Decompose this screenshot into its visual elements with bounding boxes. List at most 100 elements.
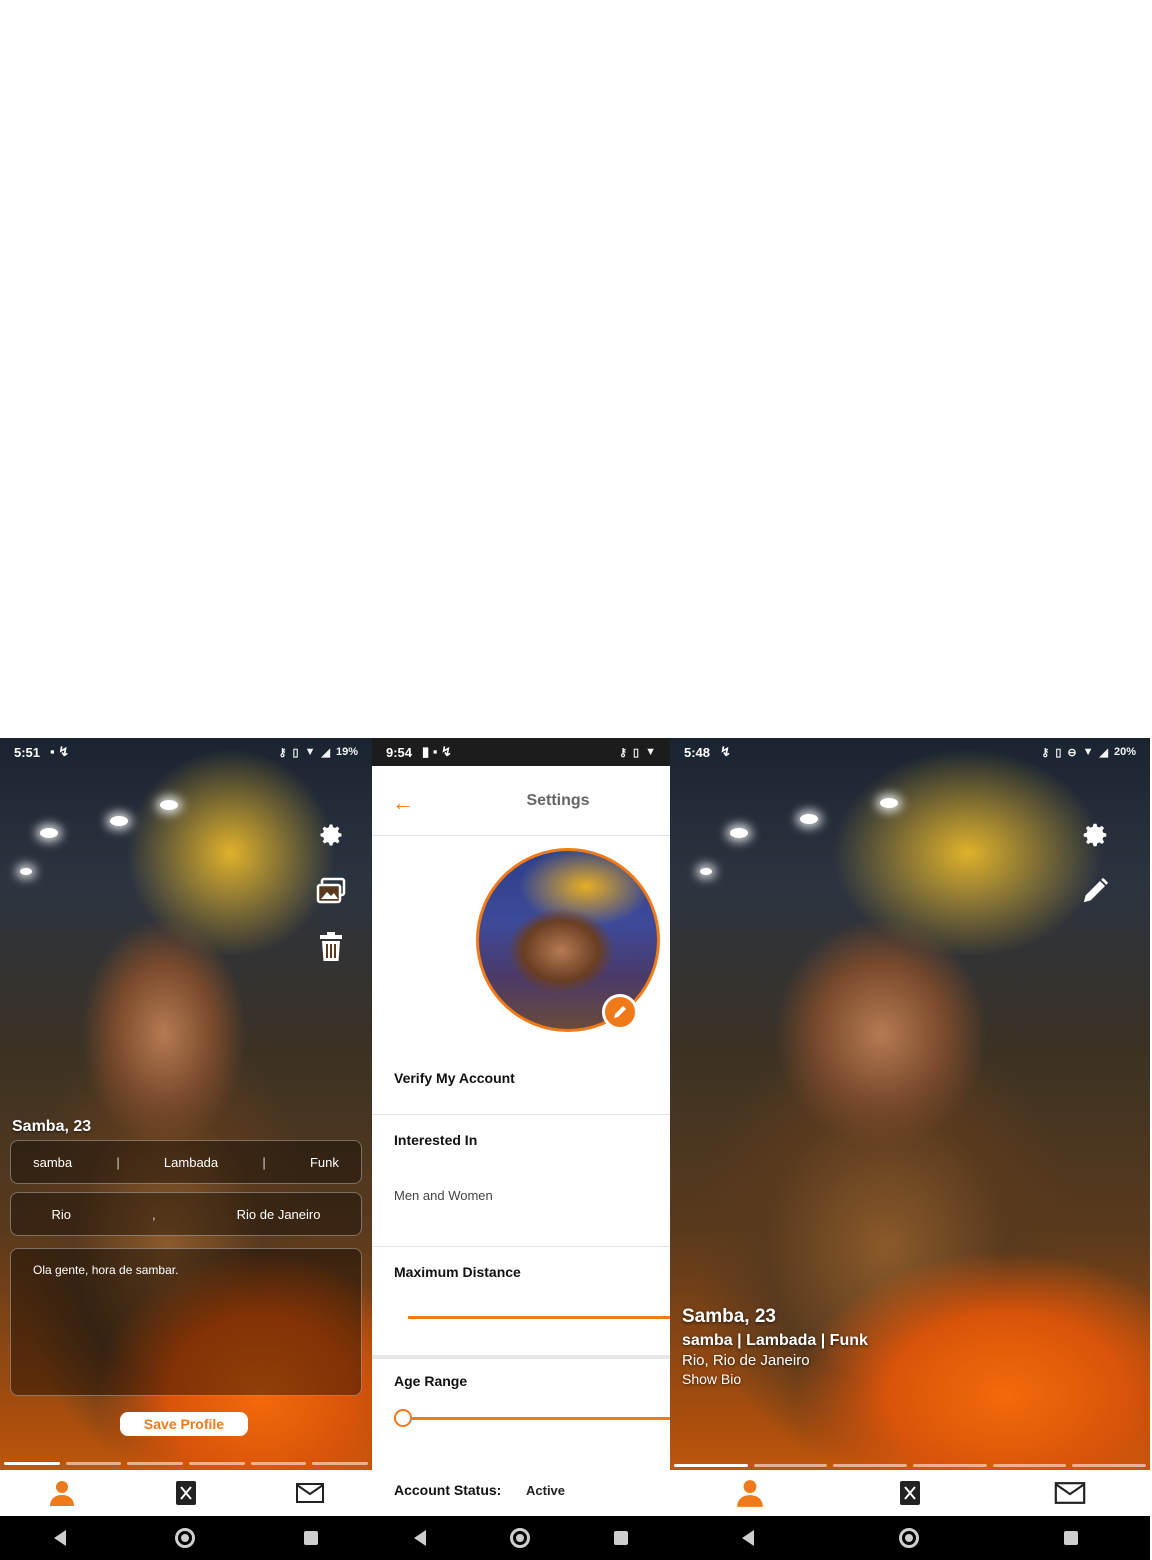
recents-icon[interactable] <box>614 1531 628 1545</box>
bio-text: Ola gente, hora de sambar. <box>33 1263 179 1277</box>
status-time: 5:48 <box>684 744 711 760</box>
story-bar <box>992 1464 1067 1467</box>
bio-textarea[interactable]: Ola gente, hora de sambar. <box>10 1248 362 1396</box>
profile-name-age: Samba, 23 <box>12 1118 92 1135</box>
gear-icon[interactable] <box>316 820 346 850</box>
show-bio-link[interactable]: Show Bio <box>682 1371 868 1387</box>
story-bar <box>913 1464 987 1467</box>
view-profile-screen: 5:48 ↯ ⚷ ▯ ⊖ ▼ ◢ 20% Samba, 23 samba | L… <box>670 738 1150 1560</box>
account-status-value: Active <box>526 1483 566 1498</box>
bottom-tab-bar <box>0 1470 372 1516</box>
story-bar <box>127 1462 184 1465</box>
mail-icon[interactable] <box>293 1476 327 1510</box>
system-icons: ⚷ ▯ ▼ <box>619 746 656 759</box>
vibrate-icon: ▯ <box>1055 746 1062 759</box>
recents-icon[interactable] <box>1063 1531 1078 1545</box>
settings-screen: 9:54 ▮ ▪ ↯ ⚷ ▯ ▼ ← Settings Verify My Ac… <box>372 738 670 1560</box>
story-bar <box>312 1462 369 1465</box>
age-range-slider[interactable] <box>404 1417 670 1420</box>
screenshot-collage: 5:51 ▪ ↯ ⚷ ▯ ▼ ◢ 19% Samba, 23 samba | L… <box>0 0 1152 1560</box>
story-progress <box>674 1464 1147 1467</box>
back-icon[interactable] <box>54 1530 67 1546</box>
status-bar: 5:48 ↯ ⚷ ▯ ⊖ ▼ ◢ 20% <box>670 738 1150 766</box>
back-icon[interactable] <box>414 1530 426 1546</box>
story-progress <box>4 1462 369 1465</box>
dnd-icon: ⊖ <box>1067 746 1077 759</box>
gear-icon[interactable] <box>1080 820 1110 850</box>
key-icon: ⚷ <box>618 746 628 759</box>
story-bar <box>250 1462 307 1465</box>
key-icon: ⚷ <box>1041 746 1050 759</box>
profile-icon[interactable] <box>733 1476 767 1510</box>
system-icons: ⚷ ▯ ⊖ ▼ ◢ 20% <box>1041 746 1136 759</box>
age-range-label: Age Range <box>394 1373 468 1389</box>
wifi-icon: ▼ <box>304 746 316 758</box>
system-nav-bar <box>670 1516 1150 1560</box>
status-bar: 5:51 ▪ ↯ ⚷ ▯ ▼ ◢ 19% <box>0 738 372 766</box>
save-profile-button[interactable]: Save Profile <box>120 1412 248 1436</box>
key-icon: ⚷ <box>278 746 287 759</box>
state-value: Rio de Janeiro <box>236 1206 321 1222</box>
mail-icon[interactable] <box>1053 1476 1087 1510</box>
back-icon[interactable] <box>742 1530 755 1546</box>
profile-photo <box>670 738 1150 1560</box>
system-nav-bar <box>0 1516 372 1560</box>
wifi-icon: ▼ <box>645 746 656 758</box>
recents-icon[interactable] <box>303 1531 318 1545</box>
system-nav-bar <box>372 1516 670 1560</box>
story-bar <box>189 1462 245 1465</box>
wifi-icon: ▼ <box>1082 746 1094 758</box>
story-bar <box>65 1462 122 1465</box>
max-distance-slider[interactable] <box>408 1316 670 1319</box>
settings-header: ← Settings <box>372 766 670 836</box>
signal-icon: ◢ <box>321 746 330 759</box>
account-status-label: Account Status: <box>394 1482 502 1498</box>
profile-icon[interactable] <box>45 1476 79 1510</box>
home-icon[interactable] <box>510 1528 530 1548</box>
vibrate-icon: ▯ <box>633 746 640 759</box>
story-bar <box>4 1462 60 1465</box>
interest-2: Lambada <box>163 1154 219 1170</box>
home-icon[interactable] <box>174 1528 195 1548</box>
interested-in-value[interactable]: Men and Women <box>394 1188 493 1203</box>
profile-name-age: Samba, 23 <box>682 1306 776 1327</box>
notification-icons: ↯ <box>720 744 731 759</box>
cards-icon[interactable] <box>893 1476 927 1510</box>
interest-3: Funk <box>309 1154 339 1170</box>
pencil-icon <box>614 1006 626 1018</box>
story-bar <box>753 1464 828 1467</box>
verify-account-link[interactable]: Verify My Account <box>394 1070 515 1086</box>
edit-profile-screen: 5:51 ▪ ↯ ⚷ ▯ ▼ ◢ 19% Samba, 23 samba | L… <box>0 738 372 1560</box>
page-title: Settings <box>526 792 590 809</box>
max-distance-label: Maximum Distance <box>394 1264 521 1280</box>
story-bar <box>833 1464 908 1467</box>
interests-field[interactable]: samba | Lambada | Funk <box>10 1140 362 1184</box>
profile-interests: samba | Lambada | Funk <box>682 1332 868 1349</box>
battery-level: 19% <box>335 746 358 758</box>
divider <box>372 1355 670 1359</box>
trash-icon[interactable] <box>316 932 346 962</box>
location-field[interactable]: Rio , Rio de Janeiro <box>10 1192 362 1236</box>
interest-1: samba <box>33 1154 73 1170</box>
status-bar: 9:54 ▮ ▪ ↯ ⚷ ▯ ▼ <box>372 738 670 766</box>
divider <box>372 1246 670 1247</box>
edit-avatar-button[interactable] <box>602 994 638 1030</box>
age-range-thumb[interactable] <box>394 1409 412 1427</box>
notification-icons: ▮ ▪ ↯ <box>422 744 452 759</box>
battery-level: 20% <box>1113 746 1136 758</box>
interested-in-label: Interested In <box>394 1132 478 1148</box>
cards-icon[interactable] <box>169 1476 203 1510</box>
story-bar <box>1072 1464 1147 1467</box>
notification-icons: ▪ ↯ <box>50 744 70 759</box>
gallery-icon[interactable] <box>316 876 346 906</box>
profile-location: Rio, Rio de Janeiro <box>682 1352 810 1369</box>
status-time: 9:54 <box>386 744 413 760</box>
vibrate-icon: ▯ <box>292 746 299 759</box>
pencil-icon[interactable] <box>1080 876 1110 906</box>
profile-summary: Samba, 23 samba | Lambada | Funk Rio, Ri… <box>682 1306 868 1387</box>
bottom-tab-bar <box>670 1470 1150 1516</box>
divider <box>372 1114 670 1115</box>
signal-icon: ◢ <box>1099 746 1108 759</box>
home-icon[interactable] <box>898 1528 919 1548</box>
city-value: Rio <box>51 1206 72 1222</box>
